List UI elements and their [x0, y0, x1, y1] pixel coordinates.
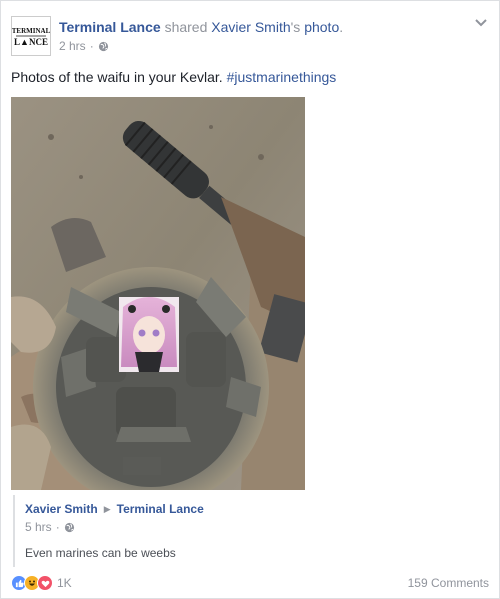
chevron-down-icon[interactable] [473, 16, 489, 30]
page-avatar[interactable]: TERMINAL L▲NCE [11, 16, 51, 56]
triangle-right-icon: ▶ [103, 504, 111, 514]
post-meta: Terminal Lance shared Xavier Smith's pho… [59, 18, 343, 53]
post-timestamp-row: 2 hrs · [59, 39, 343, 53]
page-name-link[interactable]: Terminal Lance [59, 19, 161, 35]
post-text: Photos of the waifu in your Kevlar. #jus… [11, 68, 336, 87]
quoted-author-link[interactable]: Xavier Smith [25, 501, 98, 517]
reaction-count: 1K [57, 576, 72, 590]
quoted-target-link[interactable]: Terminal Lance [117, 501, 204, 517]
post-header: TERMINAL L▲NCE Terminal Lance shared Xav… [11, 16, 489, 56]
quoted-timestamp[interactable]: 5 hrs [25, 520, 52, 534]
comments-count-link[interactable]: 159 Comments [408, 576, 489, 590]
terminal-lance-logo: TERMINAL L▲NCE [12, 17, 50, 55]
source-user-link[interactable]: Xavier Smith [211, 19, 290, 35]
reactions-summary[interactable]: 1K [11, 575, 72, 591]
post-photo[interactable] [11, 97, 305, 490]
globe-icon[interactable] [64, 522, 75, 533]
separator-dot: · [89, 39, 94, 53]
post-text-body: Photos of the waifu in your Kevlar. [11, 69, 227, 85]
hashtag-link[interactable]: #justmarinethings [227, 69, 337, 85]
quoted-timestamp-row: 5 hrs · [25, 520, 489, 534]
quoted-post: Xavier Smith ▶ Terminal Lance 5 hrs · Ev… [13, 495, 489, 567]
svg-text:L▲NCE: L▲NCE [14, 37, 48, 47]
love-icon [37, 575, 53, 591]
separator-dot: · [55, 520, 60, 534]
helmet-photo [11, 97, 305, 490]
shared-word: shared [164, 19, 208, 35]
quoted-text: Even marines can be weebs [25, 546, 176, 560]
source-end: . [339, 19, 344, 35]
svg-text:TERMINAL: TERMINAL [12, 27, 50, 35]
source-photo-link[interactable]: photo [304, 19, 339, 35]
post-attribution: Terminal Lance shared Xavier Smith's pho… [59, 18, 343, 36]
post-footer: 1K 159 Comments [11, 573, 489, 593]
quoted-attribution: Xavier Smith ▶ Terminal Lance [25, 501, 489, 517]
post-card: TERMINAL L▲NCE Terminal Lance shared Xav… [0, 0, 500, 599]
source-suffix: 's [290, 19, 301, 35]
post-timestamp[interactable]: 2 hrs [59, 39, 86, 53]
globe-icon[interactable] [98, 41, 109, 52]
